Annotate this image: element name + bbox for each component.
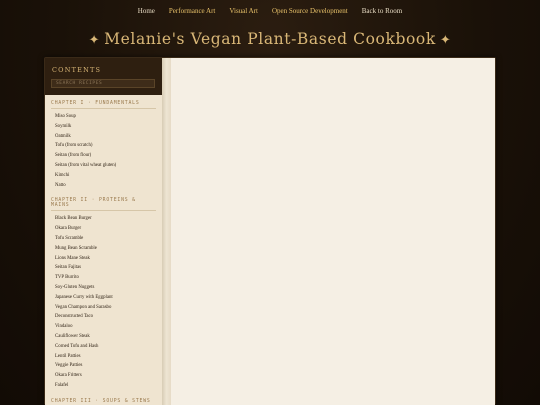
sidebar-divider[interactable] xyxy=(162,58,171,405)
recipe-link[interactable]: Lions Mane Steak xyxy=(55,254,162,264)
top-navigation: Home Performance Art Visual Art Open Sou… xyxy=(0,0,540,22)
site-title: ✦ Melanie's Vegan Plant-Based Cookbook ✦ xyxy=(0,30,540,48)
nav-link-visual-art[interactable]: Visual Art xyxy=(222,7,265,15)
star-icon: ✦ xyxy=(88,33,101,48)
nav-link-back-to-room[interactable]: Back to Room xyxy=(355,7,409,15)
recipe-link[interactable]: Falafel xyxy=(55,381,162,391)
star-icon: ✦ xyxy=(439,33,452,48)
recipe-link[interactable]: Soymilk xyxy=(55,122,162,132)
nav-link-open-source-development[interactable]: Open Source Development xyxy=(265,7,355,15)
recipe-link[interactable]: Black Bean Burger xyxy=(55,214,162,224)
table-of-contents: CHAPTER I · FUNDAMENTALS Miso Soup Soymilk… xyxy=(45,101,162,405)
recipe-link[interactable]: Seitan Fajitas xyxy=(55,263,162,273)
recipe-link[interactable]: Okara Burger xyxy=(55,224,162,234)
search-input[interactable]: SEARCH RECIPES xyxy=(51,79,155,88)
recipe-link[interactable]: Veggie Patties xyxy=(55,361,162,371)
recipe-link[interactable]: Mung Bean Scramble xyxy=(55,244,162,254)
recipe-link[interactable]: Vindaloo xyxy=(55,322,162,332)
chapter-heading: CHAPTER III · SOUPS & STEWS xyxy=(51,399,156,405)
recipe-link[interactable]: Seitan (from vital wheat gluten) xyxy=(55,161,162,171)
recipe-link[interactable]: Natto xyxy=(55,181,162,191)
sidebar-header: CONTENTS SEARCH RECIPES xyxy=(45,58,162,95)
recipe-link[interactable]: Lentil Patties xyxy=(55,352,162,362)
page-title: Melanie's Vegan Plant-Based Cookbook xyxy=(104,30,436,48)
recipe-link[interactable]: Kimchi xyxy=(55,171,162,181)
recipe-content-pane xyxy=(171,58,495,405)
recipe-link[interactable]: Soy-Gluten Nuggets xyxy=(55,283,162,293)
recipe-link[interactable]: Japanese Curry with Eggplant xyxy=(55,293,162,303)
recipe-link[interactable]: Cauliflower Steak xyxy=(55,332,162,342)
recipe-link[interactable]: Vegan Champon and Sarasbo xyxy=(55,303,162,313)
recipe-link[interactable]: TVP Burrito xyxy=(55,273,162,283)
chapter-heading: CHAPTER I · FUNDAMENTALS xyxy=(51,101,156,109)
nav-link-home[interactable]: Home xyxy=(131,7,162,15)
chapter-heading: CHAPTER II · PROTEINS & MAINS xyxy=(51,198,156,212)
recipe-link[interactable]: Miso Soup xyxy=(55,112,162,122)
contents-label: CONTENTS xyxy=(52,66,102,74)
recipe-link[interactable]: Tofu (from scratch) xyxy=(55,141,162,151)
recipe-link[interactable]: Deconstructed Taco xyxy=(55,312,162,322)
recipe-link[interactable]: Okara Fritters xyxy=(55,371,162,381)
nav-link-performance-art[interactable]: Performance Art xyxy=(162,7,222,15)
sidebar: CONTENTS SEARCH RECIPES CHAPTER I · FUND… xyxy=(45,58,163,405)
recipe-link[interactable]: Oatmilk xyxy=(55,132,162,142)
recipe-link[interactable]: Seitan (from flour) xyxy=(55,151,162,161)
recipe-link[interactable]: Tofu Scramble xyxy=(55,234,162,244)
recipe-link[interactable]: Corned Tofu and Hash xyxy=(55,342,162,352)
